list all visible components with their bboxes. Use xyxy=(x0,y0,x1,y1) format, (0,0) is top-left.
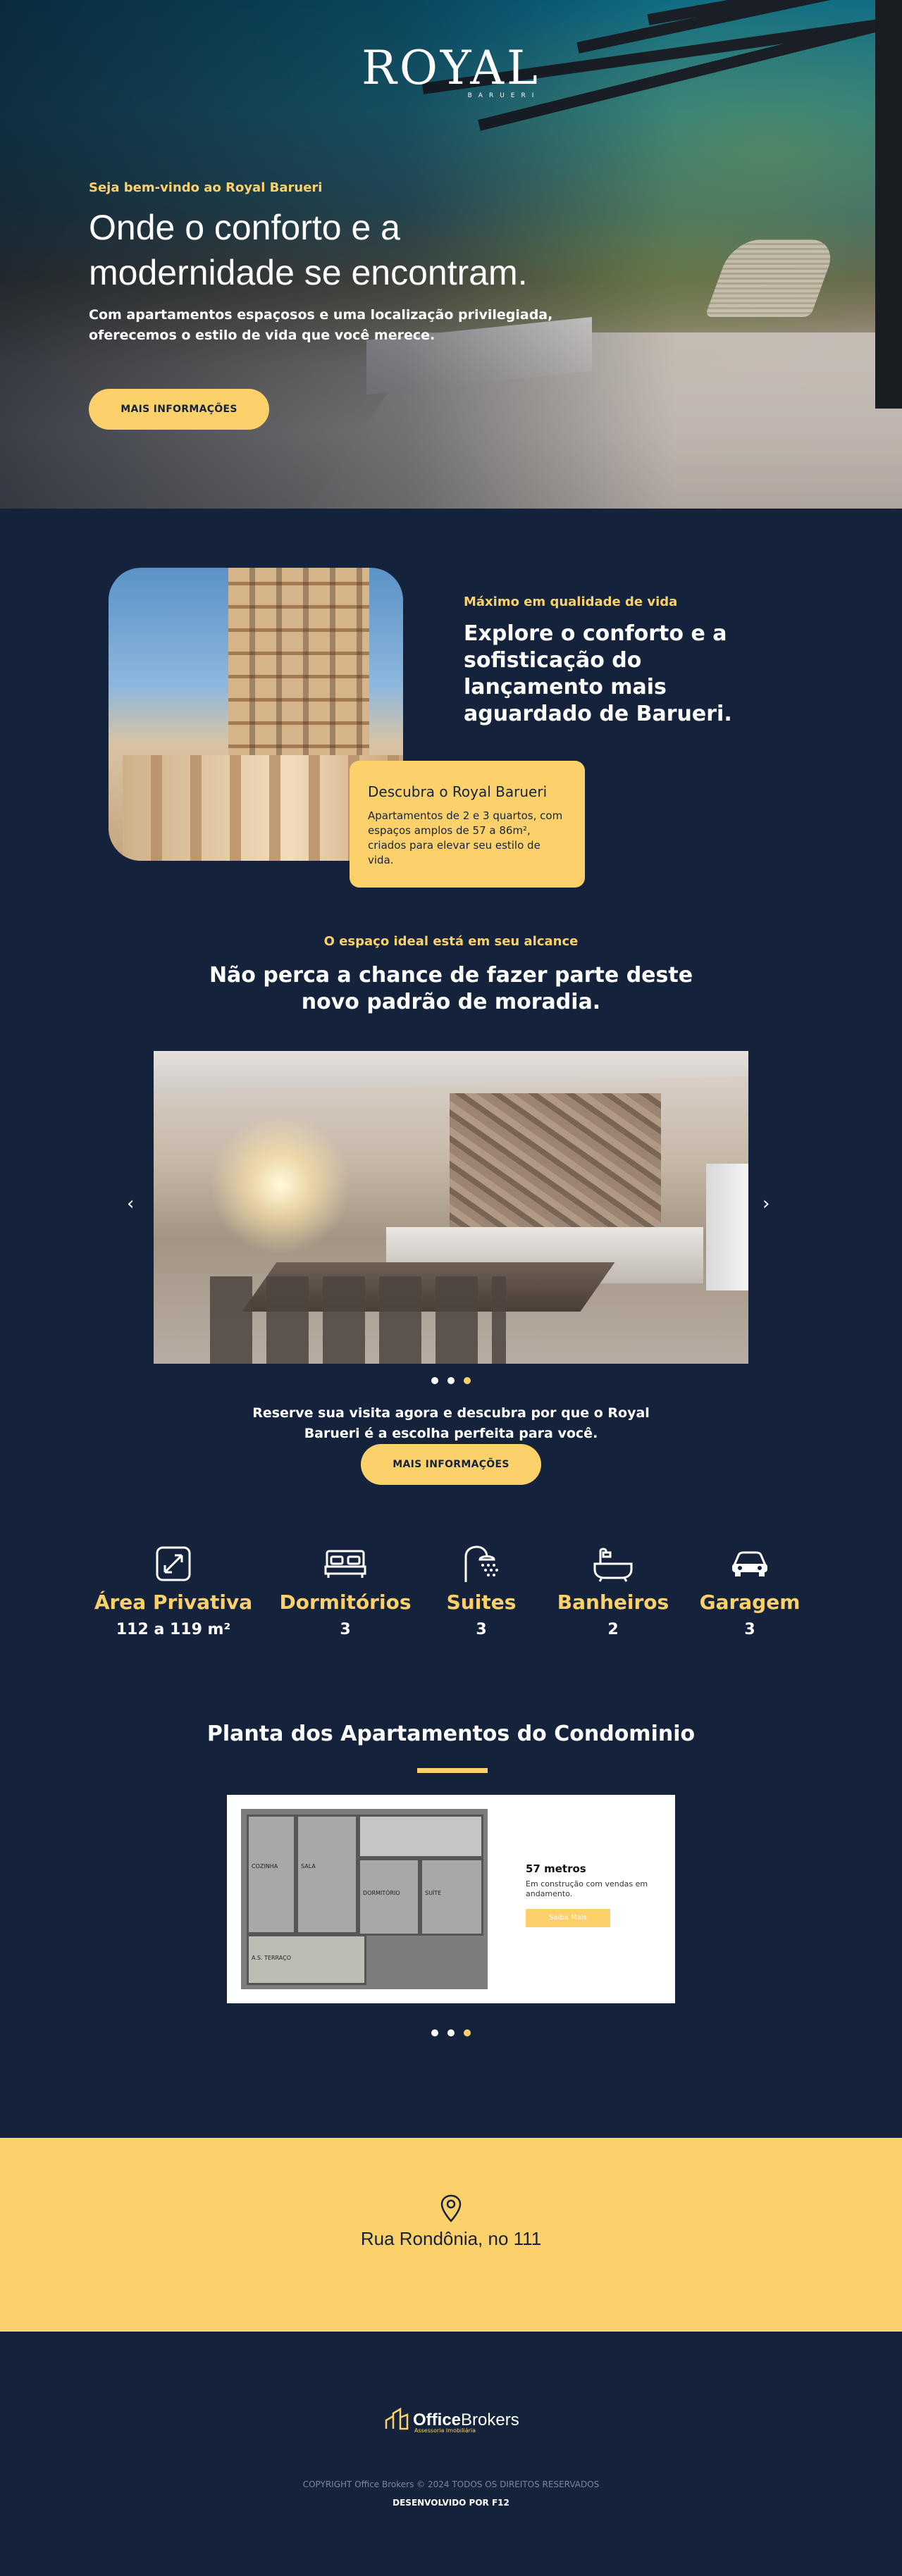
hero-eyebrow: Seja bem-vindo ao Royal Barueri xyxy=(89,180,323,195)
floor-plan-section: Planta dos Apartamentos do Condominio CO… xyxy=(0,1685,902,2138)
hero-more-info-button[interactable]: MAIS INFORMAÇÕES xyxy=(89,389,269,430)
discover-callout: Descubra o Royal Barueri Apartamentos de… xyxy=(350,761,585,888)
address-text: Rua Rondônia, no 111 xyxy=(360,2228,542,2249)
carousel-slide-gourmet-area xyxy=(154,1051,748,1364)
visit-more-info-button[interactable]: MAIS INFORMAÇÕES xyxy=(361,1444,541,1485)
floor-plan-size: 57 metros xyxy=(526,1862,586,1875)
floor-plan-image: COZINHA SALA DORMITÓRIO SUÍTE A.S. TERRA… xyxy=(241,1809,488,1989)
map-pin-icon xyxy=(439,2194,463,2225)
floor-plan-card: COZINHA SALA DORMITÓRIO SUÍTE A.S. TERRA… xyxy=(227,1795,675,2003)
intro-section: Descubra o Royal Barueri Apartamentos de… xyxy=(0,509,902,888)
developer-credit[interactable]: DESENVOLVIDO POR F12 xyxy=(0,2498,902,2508)
hero-section: ROYAL BARUERI Seja bem-vindo ao Royal Ba… xyxy=(0,0,902,509)
title-underline xyxy=(417,1768,488,1773)
feature-garage: Garagem 3 xyxy=(665,1544,834,1638)
royal-logo[interactable]: ROYAL BARUERI xyxy=(0,41,902,99)
floor-plan-dot-2[interactable] xyxy=(447,2029,455,2036)
copyright-text: COPYRIGHT Office Brokers © 2024 TODOS OS… xyxy=(302,2479,600,2489)
office-brokers-logo[interactable]: OfficeBrokers Assessoria Imobiliária xyxy=(385,2407,519,2434)
spaces-title: Não perca a chance de fazer parte deste … xyxy=(209,963,693,1014)
carousel-dot-3[interactable] xyxy=(464,1377,471,1384)
callout-title: Descubra o Royal Barueri xyxy=(368,783,548,800)
floor-plan-dots xyxy=(0,2026,902,2039)
carousel-next-arrow[interactable]: › xyxy=(762,1193,770,1214)
car-icon xyxy=(665,1544,834,1583)
callout-text: Apartamentos de 2 e 3 quartos, com espaç… xyxy=(368,809,563,866)
carousel-dots xyxy=(0,1374,902,1387)
visit-cta-text: Reserve sua visita agora e descubra por … xyxy=(252,1405,650,1441)
carousel-prev-arrow[interactable]: ‹ xyxy=(127,1193,134,1214)
learn-more-button[interactable]: Saiba Mais xyxy=(526,1909,610,1927)
hero-description: Com apartamentos espaçosos e uma localiz… xyxy=(89,307,553,343)
feature-private-area: Área Privativa 112 a 119 m² xyxy=(89,1544,258,1638)
expand-icon xyxy=(89,1544,258,1583)
floor-plan-title: Planta dos Apartamentos do Condominio xyxy=(206,1722,696,1746)
carousel-dot-2[interactable] xyxy=(447,1377,455,1384)
features-section: Área Privativa 112 a 119 m² Dormitórios … xyxy=(0,1523,902,1685)
floor-plan-status: Em construção com vendas em andamento. xyxy=(526,1879,648,1898)
intro-text: Máximo em qualidade de vida Explore o co… xyxy=(464,595,774,728)
floor-plan-info: 57 metros Em construção com vendas em an… xyxy=(526,1862,660,1927)
floor-plan-dot-1[interactable] xyxy=(431,2029,438,2036)
building-icon xyxy=(385,2407,409,2433)
hero-title: Onde o conforto e a modernidade se encon… xyxy=(89,208,528,292)
floor-plan-dot-3[interactable] xyxy=(464,2029,471,2036)
carousel-dot-1[interactable] xyxy=(431,1377,438,1384)
intro-title: Explore o conforto e a sofisticação do l… xyxy=(464,621,732,726)
intro-eyebrow: Máximo em qualidade de vida xyxy=(464,595,678,609)
address-section: Rua Rondônia, no 111 xyxy=(0,2138,902,2332)
hero-content: Seja bem-vindo ao Royal Barueri Onde o c… xyxy=(89,180,624,346)
spaces-eyebrow: O espaço ideal está em seu alcance xyxy=(323,934,579,949)
footer: OfficeBrokers Assessoria Imobiliária COP… xyxy=(0,2332,902,2568)
spaces-section: O espaço ideal está em seu alcance Não p… xyxy=(0,875,902,1523)
